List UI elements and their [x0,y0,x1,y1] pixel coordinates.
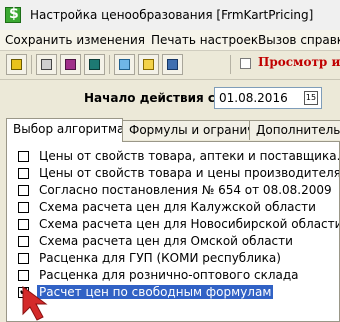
preview-checkbox[interactable] [240,58,251,69]
toolbar-separator [109,55,110,74]
tab-additional[interactable]: Дополнительно [249,120,340,140]
list-item[interactable]: ✔Расчет цен по свободным формулам [15,284,339,301]
print-icon [41,59,52,70]
import-icon [143,59,154,70]
menu-bar: Сохранить изменения Печать настроек Вызо… [0,30,340,51]
pointer-arrow-icon [22,286,48,321]
start-date-label: Начало действия с [84,91,215,105]
save-button[interactable] [6,54,27,75]
menu-print-settings[interactable]: Печать настроек [151,33,258,47]
algorithm-checkbox[interactable] [18,219,29,230]
preview-label: Просмотр ист [258,55,340,69]
list-item[interactable]: Схема расчета цен для Новосибирской обла… [15,216,340,233]
algorithm-panel: Цены от свойств товара, аптеки и поставщ… [6,141,340,322]
algorithm-label: Схема расчета цен для Омской области [39,234,293,248]
algorithm-label: Цены от свойств товара и цены производит… [39,166,340,180]
list-item[interactable]: Согласно постановления № 654 от 08.08.20… [15,182,339,199]
algorithm-list: Цены от свойств товара, аптеки и поставщ… [15,148,340,301]
print-button[interactable] [36,54,57,75]
calculator-icon [89,59,100,70]
algorithm-checkbox[interactable] [18,270,29,281]
algorithm-checkbox[interactable] [18,236,29,247]
toolbar-separator [31,55,32,74]
book-icon [65,59,76,70]
algorithm-checkbox[interactable] [18,168,29,179]
import-button[interactable] [138,54,159,75]
list-item[interactable]: Цены от свойств товара и цены производит… [15,165,340,182]
tab-strip: Формулы и ограничения Дополнительно Выбо… [0,118,340,142]
window-title: Настройка ценообразования [FrmKartPricin… [30,8,314,22]
export-button[interactable] [114,54,135,75]
algorithm-checkbox[interactable] [18,202,29,213]
app-icon: $ [5,6,21,23]
calculator-button[interactable] [84,54,105,75]
start-date-value: 01.08.2016 [219,91,288,105]
save-icon [11,59,22,70]
list-item[interactable]: Расценка для рознично-оптового склада [15,267,339,284]
book-button[interactable] [60,54,81,75]
algorithm-checkbox[interactable] [18,185,29,196]
list-item[interactable]: Расценка для ГУП (КОМИ республика) [15,250,339,267]
tab-formulas[interactable]: Формулы и ограничения [122,120,250,140]
exit-button[interactable] [162,54,183,75]
list-item[interactable]: Схема расчета цен для Омской области [15,233,339,250]
algorithm-label: Расценка для ГУП (КОМИ республика) [39,251,281,265]
algorithm-label: Расчет цен по свободным формулам [37,285,274,299]
calendar-icon[interactable]: 15 [304,91,318,105]
start-date-input[interactable]: 01.08.2016 15 [214,87,322,109]
menu-save-changes[interactable]: Сохранить изменения [5,33,145,47]
algorithm-checkbox[interactable] [18,151,29,162]
exit-door-icon [167,59,178,70]
list-item[interactable]: Цены от свойств товара, аптеки и поставщ… [15,148,340,165]
algorithm-label: Схема расчета цен для Калужской области [39,200,316,214]
tab-algorithm[interactable]: Выбор алгоритма [6,118,123,142]
algorithm-label: Схема расчета цен для Новосибирской обла… [39,217,340,231]
list-item[interactable]: Схема расчета цен для Калужской области [15,199,339,216]
algorithm-label: Согласно постановления № 654 от 08.08.20… [39,183,332,197]
title-bar: $ Настройка ценообразования [FrmKartPric… [0,0,340,31]
toolbar: Просмотр ист [0,51,340,80]
export-icon [119,59,130,70]
algorithm-checkbox[interactable] [18,253,29,264]
algorithm-label: Расценка для рознично-оптового склада [39,268,299,282]
menu-help[interactable]: Вызов справки [258,33,340,47]
algorithm-label: Цены от свойств товара, аптеки и поставщ… [39,149,340,163]
toolbar-separator [230,55,231,74]
